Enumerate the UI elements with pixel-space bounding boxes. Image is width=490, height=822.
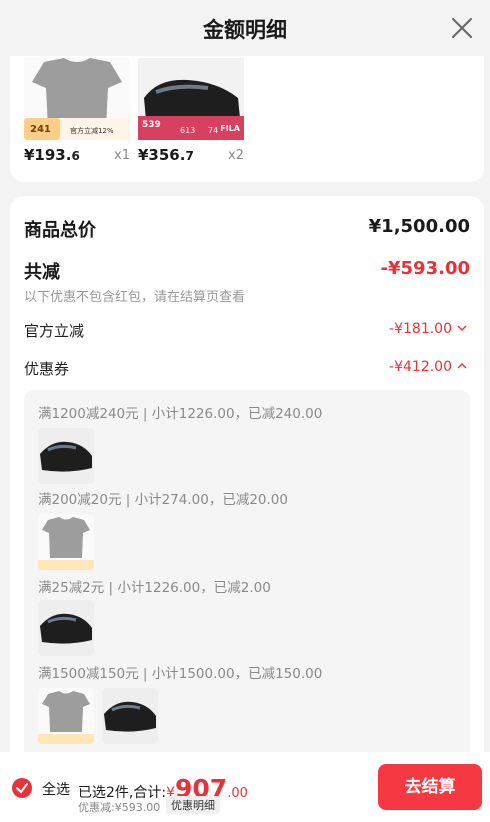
total-amount-decimal: .00 [227, 786, 248, 801]
coupon-row[interactable]: 优惠券 -¥412.00 [24, 358, 470, 380]
tshirt-image [38, 514, 94, 570]
reduce-note-row: 以下优惠不包含红包，请在结算页查看 [24, 286, 470, 305]
shoe-image [102, 688, 158, 744]
shoe-image [38, 428, 94, 484]
coupon-product-thumb [38, 600, 94, 656]
reduce-label: 共减 [24, 262, 60, 283]
reduce-row: 共减 -¥593.00 [24, 258, 470, 284]
tag-price: 539 [142, 120, 161, 130]
product-price: ¥193.6 [24, 146, 80, 164]
chevron-up-icon[interactable] [456, 360, 468, 372]
product-qty: x1 [114, 148, 130, 163]
total-label: 商品总价 [24, 220, 96, 241]
product-qty: x2 [228, 148, 244, 163]
coupon-details: 满1200减240元 | 小计1226.00，已减240.00 满200减20元… [24, 390, 470, 766]
price-summary-card: 商品总价 ¥1,500.00 共减 -¥593.00 以下优惠不包含红包，请在结… [10, 196, 484, 766]
coupon-product-thumb [38, 688, 94, 744]
brand-logo: FILA [220, 124, 240, 133]
chevron-down-icon[interactable] [456, 322, 468, 334]
discount-detail-button[interactable]: 优惠明细 [166, 796, 220, 814]
coupon-product-thumb [38, 514, 94, 570]
tag-price-3: 74 [208, 126, 219, 135]
reduce-value: -¥593.00 [380, 258, 470, 279]
coupon-label: 优惠券 [24, 360, 70, 378]
product-image-tshirt: 241 官方立减12% [24, 58, 130, 140]
coupon-product-thumb [102, 688, 158, 744]
product-list-card: 241 官方立减12% ¥193.6 x1 539 613 74 FILA ¥3… [10, 40, 484, 182]
product-price: ¥356.7 [138, 146, 194, 164]
tshirt-image [38, 688, 94, 744]
checkout-button[interactable]: 去结算 [378, 764, 482, 810]
coupon-value: -¥412.00 [389, 359, 452, 375]
official-label: 官方立减 [24, 322, 85, 340]
coupon-line: 满25减2元 | 小计1226.00，已减2.00 [38, 580, 271, 596]
total-value: ¥1,500.00 [368, 216, 470, 237]
tag-text: 官方立减12% [70, 127, 114, 135]
coupon-line: 满200减20元 | 小计274.00，已减20.00 [38, 492, 288, 508]
discount-text: 优惠减:¥593.00 [78, 801, 161, 814]
tag-price: 241 [30, 124, 51, 135]
coupon-line: 满1500减150元 | 小计1500.00，已减150.00 [38, 666, 323, 682]
select-all-label[interactable]: 全选 [42, 779, 70, 799]
official-row[interactable]: 官方立减 -¥181.00 [24, 320, 470, 342]
check-icon [16, 783, 28, 793]
coupon-product-thumb [38, 428, 94, 484]
select-all-checkbox[interactable] [12, 778, 32, 798]
modal-header: 金额明细 [0, 0, 490, 56]
tag-price-2: 613 [180, 126, 196, 135]
coupon-line: 满1200减240元 | 小计1226.00，已减240.00 [38, 406, 323, 422]
product-item[interactable]: 241 官方立减12% ¥193.6 x1 [24, 58, 130, 164]
shoe-image [38, 600, 94, 656]
official-value: -¥181.00 [389, 321, 452, 337]
page-title: 金额明细 [203, 18, 287, 42]
checkout-bar: 全选 已选2件,合计:¥907.00 优惠减:¥593.00 优惠明细 去结算 [0, 752, 490, 822]
close-icon[interactable] [450, 16, 474, 40]
total-row: 商品总价 ¥1,500.00 [24, 216, 470, 242]
product-item[interactable]: 539 613 74 FILA ¥356.7 x2 [138, 58, 244, 164]
reduce-note: 以下优惠不包含红包，请在结算页查看 [24, 290, 246, 305]
product-image-shoe: 539 613 74 FILA [138, 58, 244, 140]
